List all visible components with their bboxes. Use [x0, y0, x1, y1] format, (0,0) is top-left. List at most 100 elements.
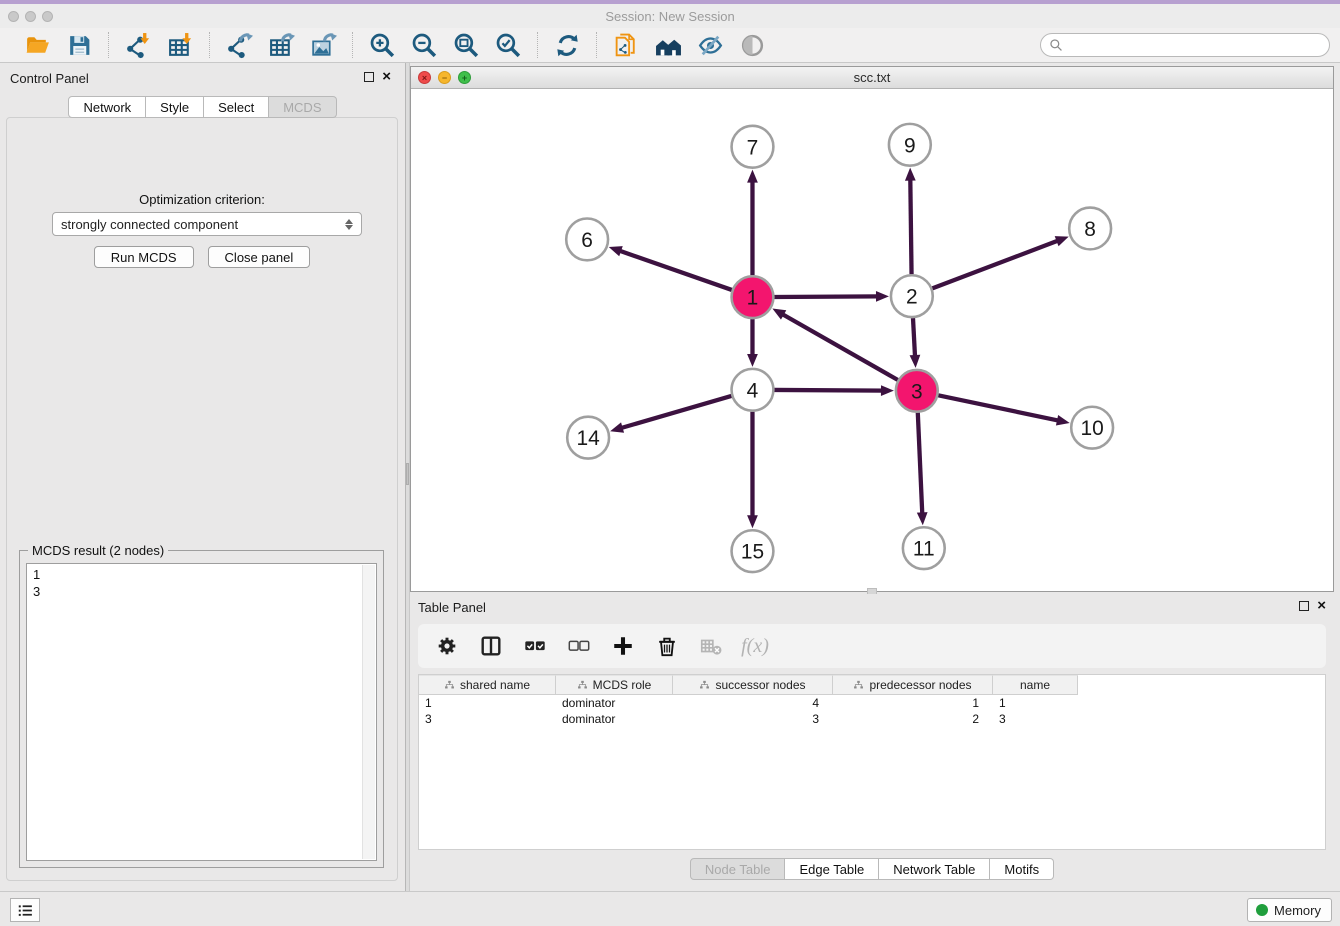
apply-layout-icon[interactable]	[552, 30, 582, 60]
graph-edge-4-15[interactable]	[747, 412, 758, 529]
graph-edge-1-4[interactable]	[747, 319, 758, 367]
zoom-out-icon[interactable]	[409, 30, 439, 60]
search-box[interactable]	[1040, 33, 1330, 57]
graph-edge-1-7[interactable]	[747, 170, 758, 276]
graph-edge-1-6[interactable]	[609, 246, 732, 290]
graph-edge-2-3[interactable]	[910, 318, 921, 368]
network-document-icon[interactable]	[611, 30, 641, 60]
close-panel-button[interactable]: Close panel	[208, 246, 311, 268]
status-bar: Memory	[0, 891, 1340, 926]
graph-node-8[interactable]: 8	[1069, 208, 1111, 250]
graph-node-3[interactable]: 3	[896, 370, 938, 412]
control-panel-close-icon[interactable]: ×	[382, 72, 391, 82]
tab-select[interactable]: Select	[204, 96, 269, 118]
svg-text:6: 6	[581, 229, 593, 252]
show-hidden-icon[interactable]	[737, 30, 767, 60]
export-network-icon[interactable]	[224, 30, 254, 60]
import-table-icon[interactable]	[165, 30, 195, 60]
control-panel-float-icon[interactable]	[364, 72, 374, 82]
criterion-selected-value: strongly connected component	[61, 217, 345, 232]
svg-text:10: 10	[1080, 417, 1103, 440]
columns-icon[interactable]	[478, 633, 504, 659]
trash-icon[interactable]	[654, 633, 680, 659]
graph-edge-3-11[interactable]	[917, 413, 928, 526]
table-row[interactable]: 1dominator411	[419, 695, 1325, 711]
cell-predecessor-nodes[interactable]: 1	[833, 695, 993, 711]
cell-predecessor-nodes[interactable]: 2	[833, 711, 993, 727]
run-mcds-button[interactable]: Run MCDS	[94, 246, 194, 268]
zoom-in-icon[interactable]	[367, 30, 397, 60]
graph-edge-3-10[interactable]	[938, 395, 1069, 425]
column-header-predecessor-nodes[interactable]: predecessor nodes	[833, 675, 993, 695]
table-row[interactable]: 3dominator323	[419, 711, 1325, 727]
tab-edge-table[interactable]: Edge Table	[785, 858, 879, 880]
zoom-selected-icon[interactable]	[493, 30, 523, 60]
table-panel-float-icon[interactable]	[1299, 601, 1309, 611]
criterion-select[interactable]: strongly connected component	[52, 212, 362, 236]
cell-shared-name[interactable]: 3	[419, 711, 556, 727]
control-panel-title: Control Panel	[10, 71, 89, 86]
cell-name[interactable]: 1	[993, 695, 1078, 711]
network-window-titlebar[interactable]: × − + scc.txt	[411, 67, 1333, 89]
tab-style[interactable]: Style	[146, 96, 204, 118]
column-header-successor-nodes[interactable]: successor nodes	[673, 675, 833, 695]
import-network-icon[interactable]	[123, 30, 153, 60]
result-scrollbar[interactable]	[362, 565, 375, 859]
graph-node-1[interactable]: 1	[732, 276, 774, 318]
graph-edge-3-1[interactable]	[772, 309, 897, 380]
cell-name[interactable]: 3	[993, 711, 1078, 727]
optimization-criterion-label: Optimization criterion:	[7, 192, 397, 207]
table-panel-close-icon[interactable]: ×	[1317, 601, 1326, 611]
column-header-MCDS-role[interactable]: MCDS role	[556, 675, 673, 695]
graph-node-9[interactable]: 9	[889, 124, 931, 166]
search-input[interactable]	[1063, 38, 1329, 52]
cell-successor-nodes[interactable]: 4	[673, 695, 833, 711]
mcds-result-textarea[interactable]: 13	[26, 563, 377, 861]
first-neighbors-icon[interactable]	[653, 30, 683, 60]
mcds-result-group: MCDS result (2 nodes) 13	[19, 550, 384, 868]
zoom-fit-icon[interactable]	[451, 30, 481, 60]
svg-text:14: 14	[576, 427, 600, 450]
task-history-button[interactable]	[10, 898, 40, 922]
mcds-panel-body: Optimization criterion: strongly connect…	[6, 117, 398, 881]
graph-node-10[interactable]: 10	[1071, 407, 1113, 449]
graph-edge-4-14[interactable]	[610, 396, 731, 433]
graph-node-2[interactable]: 2	[891, 275, 933, 317]
tab-network[interactable]: Network	[68, 96, 146, 118]
graph-edge-4-3[interactable]	[774, 385, 894, 396]
save-icon[interactable]	[64, 30, 94, 60]
graph-node-11[interactable]: 11	[903, 527, 945, 569]
clear-checks-icon[interactable]	[566, 633, 592, 659]
cell-MCDS-role[interactable]: dominator	[556, 711, 673, 727]
tab-motifs[interactable]: Motifs	[990, 858, 1054, 880]
column-header-name[interactable]: name	[993, 675, 1078, 695]
graph-node-15[interactable]: 15	[732, 530, 774, 572]
tab-node-table[interactable]: Node Table	[690, 858, 786, 880]
graph-edge-2-9[interactable]	[905, 168, 916, 275]
tab-mcds[interactable]: MCDS	[269, 96, 336, 118]
column-header-shared-name[interactable]: shared name	[419, 675, 556, 695]
hide-selected-icon[interactable]	[695, 30, 725, 60]
function-builder-icon: f(x)	[742, 633, 768, 659]
graph-edge-2-8[interactable]	[932, 236, 1068, 288]
network-graph[interactable]: 7 9 6 8 1 2 4 3 14 10 15 11	[411, 89, 1333, 591]
cell-MCDS-role[interactable]: dominator	[556, 695, 673, 711]
add-icon[interactable]	[610, 633, 636, 659]
gear-icon[interactable]	[434, 633, 460, 659]
open-folder-icon[interactable]	[22, 30, 52, 60]
table-panel: Table Panel × f(x) shared nameMCDS roles…	[410, 594, 1334, 888]
memory-button[interactable]: Memory	[1247, 898, 1332, 922]
cell-successor-nodes[interactable]: 3	[673, 711, 833, 727]
graph-node-4[interactable]: 4	[732, 369, 774, 411]
tab-network-table[interactable]: Network Table	[879, 858, 990, 880]
graph-node-7[interactable]: 7	[732, 126, 774, 168]
select-all-checks-icon[interactable]	[522, 633, 548, 659]
export-table-icon[interactable]	[266, 30, 296, 60]
network-canvas[interactable]: 7 9 6 8 1 2 4 3 14 10 15 11	[411, 89, 1333, 591]
graph-edge-1-2[interactable]	[774, 291, 889, 302]
graph-node-14[interactable]: 14	[567, 417, 609, 459]
export-image-icon[interactable]	[308, 30, 338, 60]
cell-shared-name[interactable]: 1	[419, 695, 556, 711]
graph-node-6[interactable]: 6	[566, 218, 608, 260]
splitter-grip[interactable]	[406, 463, 409, 485]
